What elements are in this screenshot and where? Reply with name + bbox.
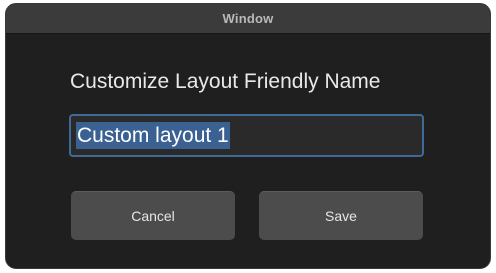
layout-name-input[interactable]: Custom layout 1: [69, 114, 424, 157]
cancel-button[interactable]: Cancel: [71, 191, 235, 240]
title-bar[interactable]: Window: [6, 4, 490, 34]
dialog-heading: Customize Layout Friendly Name: [70, 70, 381, 93]
window-title: Window: [222, 11, 274, 26]
layout-name-selected-text[interactable]: Custom layout 1: [76, 122, 230, 149]
save-button[interactable]: Save: [259, 191, 423, 240]
dialog-window: Window Customize Layout Friendly Name Cu…: [5, 3, 491, 269]
